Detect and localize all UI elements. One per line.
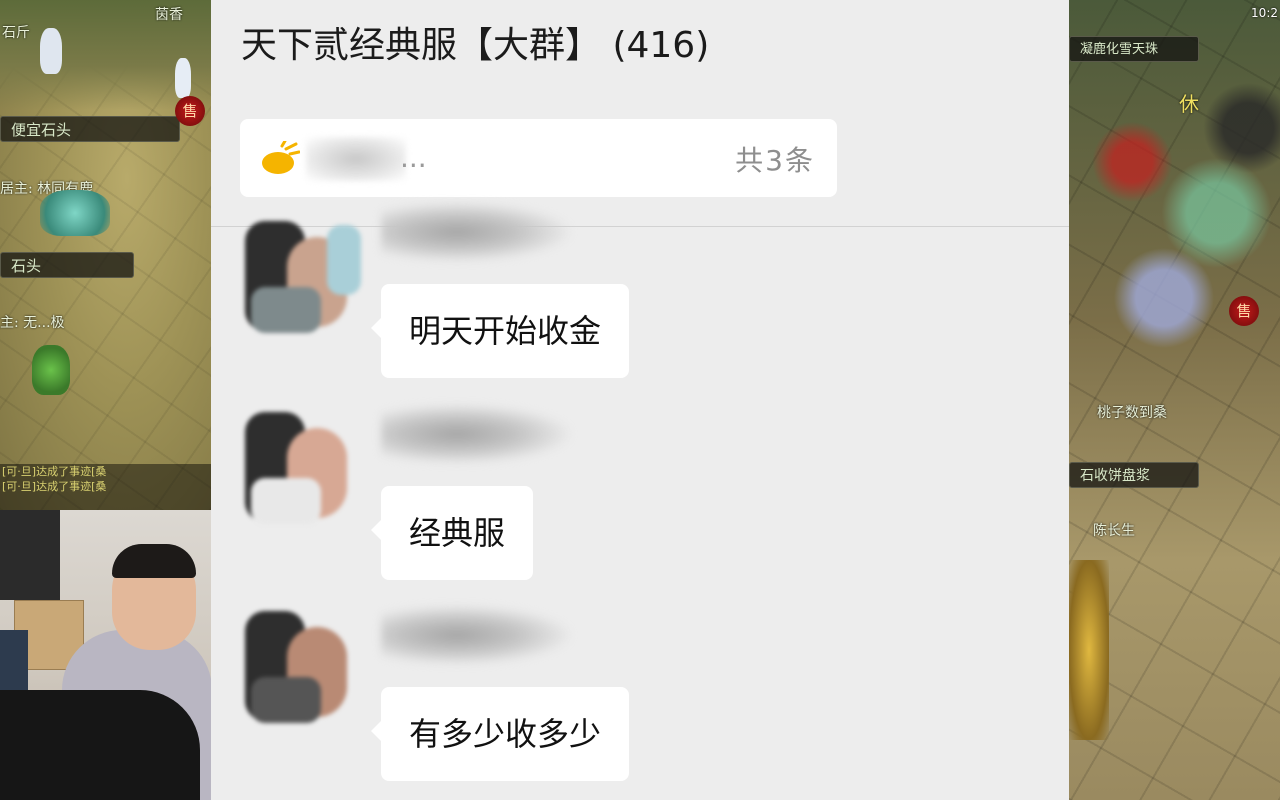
- game-scene-left: 茵香 石斤 便宜石头 售 居主: 林同有鹿 石头 主: 无...极 [可·旦]达…: [0, 0, 211, 510]
- chat-message: 明天开始收金: [211, 202, 1069, 392]
- notice-text: ...: [400, 141, 427, 174]
- chat-title[interactable]: 天下贰经典服【大群】 (416): [241, 16, 709, 68]
- webcam-background: [0, 510, 60, 600]
- game-crowd: [1069, 60, 1280, 400]
- avatar[interactable]: [237, 408, 365, 528]
- message-bubble[interactable]: 明天开始收金: [370, 284, 630, 378]
- sender-name-blurred: [381, 404, 571, 464]
- group-chat-window: 天下贰经典服【大群】 (416) ... 共3条 明天开始收金 经典服 有多少收…: [211, 0, 1069, 800]
- game-npc-name: 陈长生: [1093, 523, 1135, 539]
- game-npc-name: 休: [1179, 92, 1199, 116]
- chat-message: 有多少收多少: [211, 605, 1069, 795]
- game-stall-owner: 主: 无...极: [0, 315, 65, 331]
- sender-name-blurred: [381, 202, 571, 262]
- game-pet: [32, 345, 70, 395]
- right-game-stream: 10:2 凝鹿化雪天珠 休 售 桃子数到桑 石收饼盘浆 陈长生: [1069, 0, 1280, 800]
- avatar[interactable]: [237, 217, 365, 337]
- game-chat-log: [可·旦]达成了事迹[桑 [可·旦]达成了事迹[桑: [0, 464, 211, 510]
- message-bubble[interactable]: 有多少收多少: [370, 687, 630, 781]
- game-stall-label: 石收饼盘浆: [1069, 462, 1199, 488]
- megaphone-icon: [262, 141, 300, 174]
- notice-blurred-content: [306, 137, 406, 181]
- webcam-foreground: [0, 690, 200, 800]
- streamer-hair: [112, 544, 196, 578]
- sell-badge: 售: [1229, 296, 1259, 326]
- sell-badge: 售: [175, 96, 205, 126]
- left-game-stream: 茵香 石斤 便宜石头 售 居主: 林同有鹿 石头 主: 无...极 [可·旦]达…: [0, 0, 211, 800]
- game-stall-label: 便宜石头: [0, 116, 180, 142]
- game-stall-label: 凝鹿化雪天珠: [1069, 36, 1199, 62]
- game-stall-label: 石头: [0, 252, 134, 278]
- game-chat-line: [可·旦]达成了事迹[桑: [2, 465, 107, 478]
- game-pet: [40, 190, 110, 236]
- avatar[interactable]: [237, 607, 365, 727]
- game-npc-name: 茵香: [155, 7, 183, 23]
- sender-name-blurred: [381, 605, 571, 665]
- message-bubble[interactable]: 经典服: [370, 486, 534, 580]
- notice-count: 共3条: [735, 144, 815, 177]
- game-decoration: [1069, 560, 1109, 740]
- group-notice-bar[interactable]: ... 共3条: [240, 119, 837, 197]
- game-clock: 10:2: [1251, 6, 1278, 20]
- game-character: [175, 58, 191, 98]
- game-npc-name: 石斤: [2, 25, 30, 41]
- game-character: [40, 28, 62, 74]
- streamer-webcam: [0, 510, 211, 800]
- game-chat-line: [可·旦]达成了事迹[桑: [2, 480, 107, 493]
- game-npc-name: 桃子数到桑: [1097, 405, 1167, 421]
- chat-message: 经典服: [211, 404, 1069, 594]
